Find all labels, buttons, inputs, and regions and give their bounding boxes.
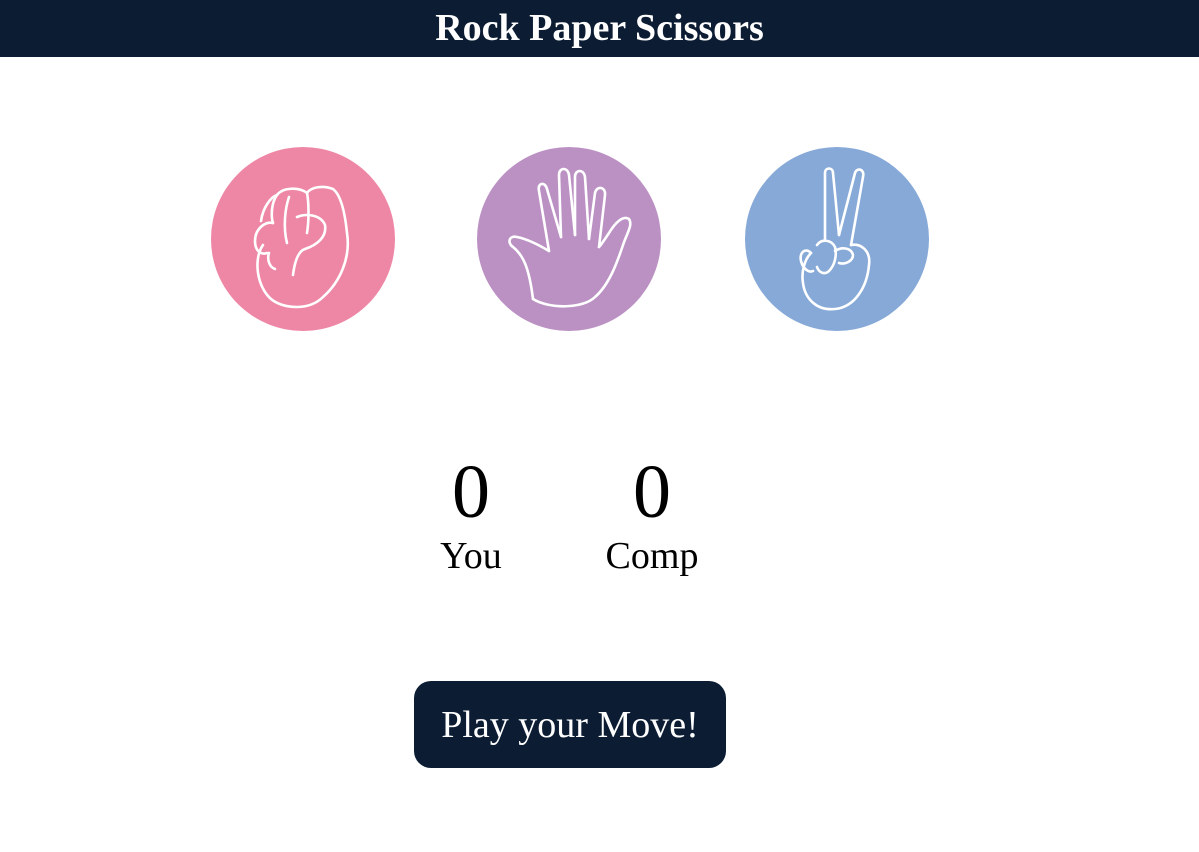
user-score-label: You [440, 535, 502, 577]
comp-score-value: 0 [633, 450, 671, 534]
choice-paper[interactable] [477, 147, 661, 331]
open-hand-icon [508, 167, 632, 308]
message-text: Play your Move! [441, 703, 699, 746]
comp-score-panel: 0 Comp [572, 450, 732, 578]
choice-scissors[interactable] [745, 147, 929, 331]
message-box: Play your Move! [414, 681, 726, 768]
user-score-value: 0 [452, 450, 490, 534]
page-title: Rock Paper Scissors [435, 7, 764, 49]
peace-sign-icon [799, 167, 871, 311]
comp-score-label: Comp [605, 535, 699, 577]
choice-rock[interactable] [211, 147, 395, 331]
fist-icon [253, 185, 350, 309]
user-score-panel: 0 You [391, 450, 551, 578]
header-bar: Rock Paper Scissors [0, 0, 1199, 57]
